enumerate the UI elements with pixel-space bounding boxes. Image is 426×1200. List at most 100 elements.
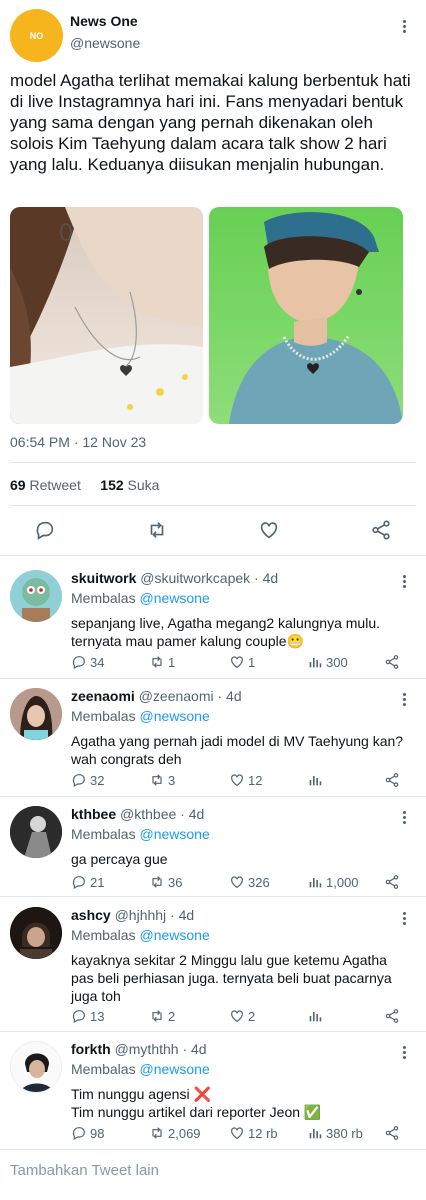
tweet-image-1[interactable]	[10, 207, 203, 424]
reply-name: zeenaomi	[71, 688, 135, 704]
avatar[interactable]	[10, 1041, 62, 1093]
like-icon	[231, 656, 243, 669]
more-options-icon[interactable]	[397, 17, 411, 35]
views-icon	[309, 658, 322, 668]
retweet-icon[interactable]	[146, 519, 168, 541]
tweet-text: model Agatha terlihat memakai kalung ber…	[10, 71, 416, 174]
reply-button[interactable]: 21	[71, 873, 104, 891]
avatar[interactable]	[10, 688, 62, 740]
retweet-count: 2	[168, 1008, 176, 1024]
share-button[interactable]	[384, 873, 400, 891]
reply-actions: 98 2,069 12 rb 380 rb	[71, 1124, 416, 1142]
share-button[interactable]	[384, 1007, 400, 1025]
replying-to: Membalas @newsone	[71, 826, 210, 842]
reply-name: kthbee	[71, 806, 117, 822]
reply-tweet[interactable]: forkth @myththh · 4d Membalas @newsone T…	[0, 1041, 426, 1149]
views-button[interactable]	[307, 771, 326, 789]
views-button[interactable]: 380 rb	[307, 1124, 363, 1142]
divider	[0, 1031, 426, 1032]
like-button[interactable]: 12	[229, 771, 262, 789]
avatar[interactable]: NO	[10, 9, 63, 62]
reply-button[interactable]: 13	[71, 1007, 104, 1025]
reply-tweet[interactable]: ashcy @hjhhhj · 4d Membalas @newsone kay…	[0, 907, 426, 1032]
retweet-stat[interactable]: 69 Retweet	[10, 477, 81, 493]
retweet-button[interactable]: 2	[149, 1007, 175, 1025]
more-options-icon[interactable]	[397, 572, 411, 590]
retweet-count: 3	[168, 772, 176, 788]
retweet-icon	[152, 876, 162, 888]
tweet-image-2[interactable]	[209, 207, 403, 424]
reply-count: 21	[90, 874, 105, 890]
more-options-icon[interactable]	[397, 690, 411, 708]
like-stat[interactable]: 152 Suka	[100, 477, 159, 493]
reply-count: 34	[90, 654, 105, 670]
tweet-timestamp[interactable]: 06:54 PM · 12 Nov 23	[10, 434, 146, 450]
reply-button[interactable]: 32	[71, 771, 104, 789]
reply-tweet[interactable]: skuitwork @skuitworkcapek · 4d Membalas …	[0, 570, 426, 678]
reply-author[interactable]: forkth @myththh · 4d	[71, 1041, 207, 1057]
reply-icon	[72, 1010, 85, 1024]
replying-to: Membalas @newsone	[71, 708, 210, 724]
tweet-stats: 69 Retweet 152 Suka	[10, 477, 159, 493]
replying-mention[interactable]: @newsone	[139, 708, 209, 724]
reply-tweet[interactable]: kthbee @kthbee · 4d Membalas @newsone ga…	[0, 806, 426, 896]
tweet-actions	[0, 515, 426, 545]
retweet-button[interactable]: 1	[149, 653, 175, 671]
like-button[interactable]: 12 rb	[229, 1124, 278, 1142]
replying-label: Membalas	[71, 590, 136, 606]
reply-actions: 13 2 2	[71, 1007, 416, 1025]
retweet-button[interactable]: 2,069	[149, 1124, 201, 1142]
replying-mention[interactable]: @newsone	[139, 927, 209, 943]
like-button[interactable]: 326	[229, 873, 270, 891]
like-count: 12 rb	[248, 1125, 278, 1141]
divider	[0, 678, 426, 679]
more-options-icon[interactable]	[397, 909, 411, 927]
views-button[interactable]	[307, 1007, 326, 1025]
more-options-icon[interactable]	[397, 1043, 411, 1061]
reply-author[interactable]: kthbee @kthbee · 4d	[71, 806, 204, 822]
reply-tweet[interactable]: zeenaomi @zeenaomi · 4d Membalas @newson…	[0, 688, 426, 796]
reply-actions: 34 1 1 300	[71, 653, 416, 671]
views-button[interactable]: 1,000	[307, 873, 359, 891]
more-options-icon[interactable]	[397, 808, 411, 826]
share-icon[interactable]	[370, 519, 392, 541]
views-icon	[309, 878, 322, 888]
reply-actions: 21 36 326 1,000	[71, 873, 416, 891]
replying-label: Membalas	[71, 708, 136, 724]
reply-button[interactable]: 98	[71, 1124, 104, 1142]
share-icon	[385, 655, 399, 669]
replying-mention[interactable]: @newsone	[139, 826, 209, 842]
avatar[interactable]	[10, 806, 62, 858]
share-icon	[385, 773, 399, 787]
avatar[interactable]	[10, 907, 62, 959]
avatar[interactable]	[10, 570, 62, 622]
reply-author[interactable]: skuitwork @skuitworkcapek · 4d	[71, 570, 278, 586]
share-button[interactable]	[384, 1124, 400, 1142]
author-handle[interactable]: @newsone	[70, 35, 140, 51]
share-button[interactable]	[384, 771, 400, 789]
like-button[interactable]: 2	[229, 1007, 255, 1025]
reply-button[interactable]: 34	[71, 653, 104, 671]
replying-mention[interactable]: @newsone	[139, 590, 209, 606]
reply-text: Tim nunggu agensi ❌ Tim nunggu artikel d…	[71, 1086, 322, 1120]
like-icon[interactable]	[258, 519, 280, 541]
divider	[10, 462, 416, 463]
reply-author[interactable]: ashcy @hjhhhj · 4d	[71, 907, 194, 923]
reply-actions: 32 3 12	[71, 771, 416, 789]
author-name[interactable]: News One	[70, 13, 138, 29]
views-button[interactable]: 300	[307, 653, 348, 671]
replying-to: Membalas @newsone	[71, 1061, 210, 1077]
add-tweet-input[interactable]: Tambahkan Tweet lain	[10, 1162, 159, 1179]
share-button[interactable]	[384, 653, 400, 671]
retweet-button[interactable]: 36	[149, 873, 182, 891]
reply-icon[interactable]	[34, 519, 56, 541]
views-icon	[309, 1012, 322, 1022]
retweet-button[interactable]: 3	[149, 771, 175, 789]
replying-mention[interactable]: @newsone	[139, 1061, 209, 1077]
reply-author[interactable]: zeenaomi @zeenaomi · 4d	[71, 688, 242, 704]
like-button[interactable]: 1	[229, 653, 255, 671]
reply-text: sepanjang live, Agatha megang2 kalungnya…	[71, 615, 380, 649]
reply-icon	[72, 1127, 85, 1141]
replying-label: Membalas	[71, 927, 136, 943]
reply-icon	[72, 774, 85, 788]
